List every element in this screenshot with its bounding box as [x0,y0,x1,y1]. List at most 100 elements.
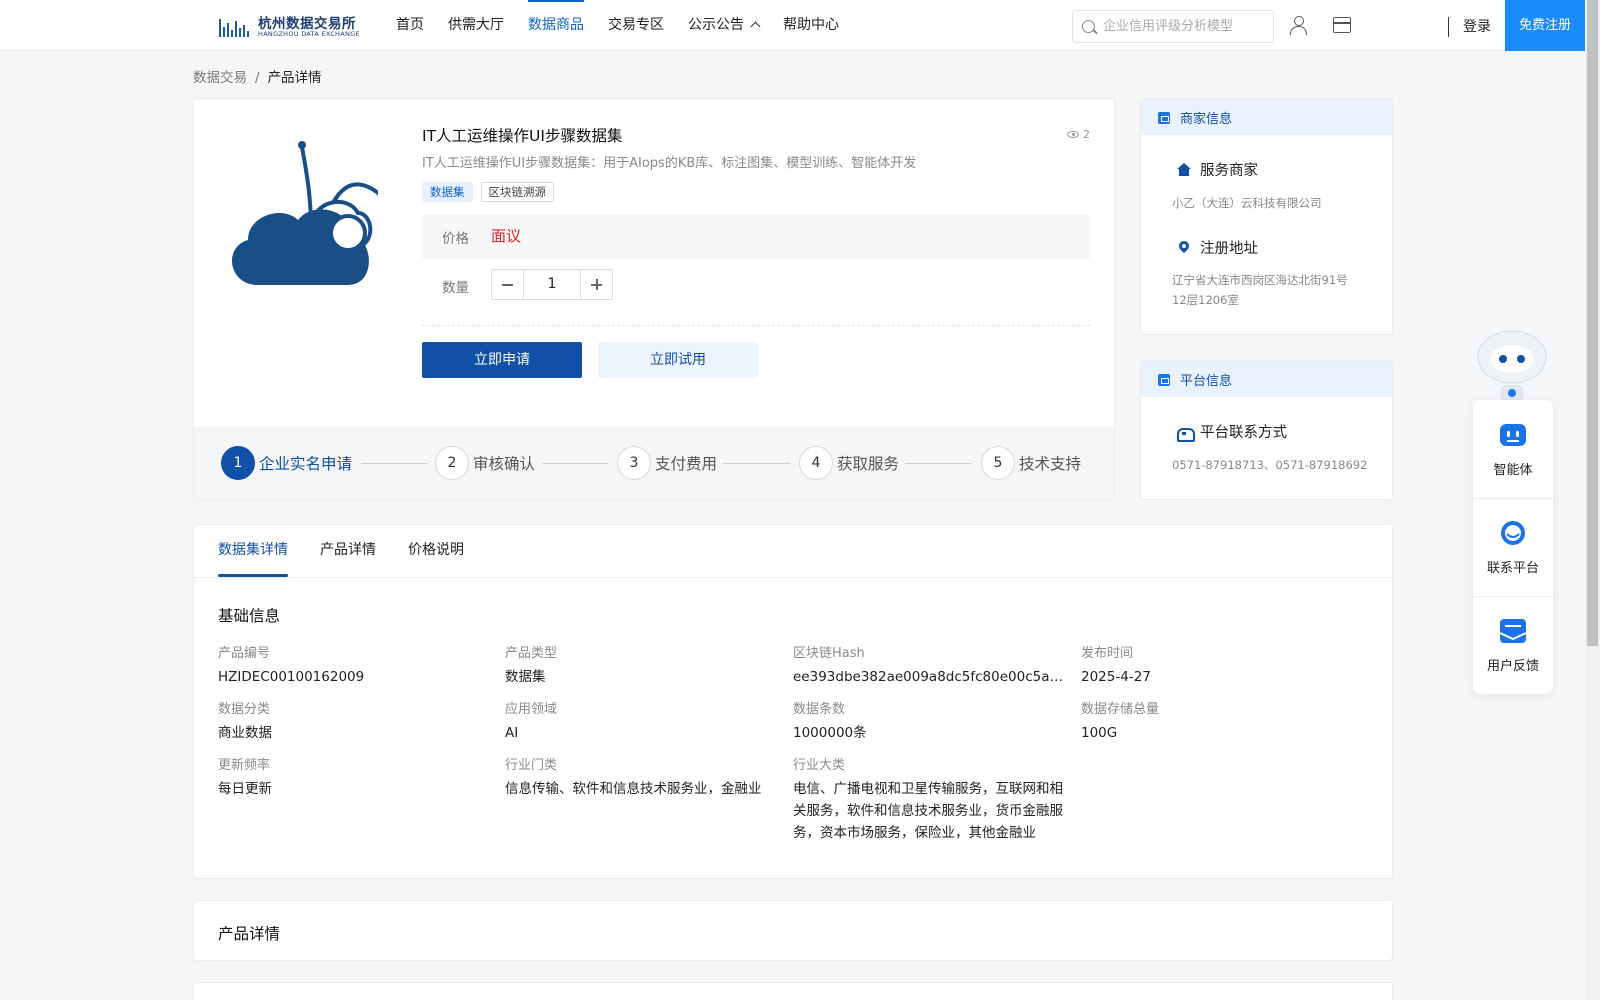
plus-icon[interactable] [581,270,612,299]
field-label: 行业门类 [505,758,558,773]
price-label: 价格 [442,231,469,247]
float-agent[interactable]: 智能体 [1473,400,1553,498]
logo-bars-icon [219,13,253,37]
step-2-label: 审核确认 [473,455,536,473]
platform-info-title: 平台信息 [1180,374,1233,389]
try-now-button[interactable]: 立即试用 [598,342,758,378]
price-value: 面议 [491,227,522,245]
step-4-label: 获取服务 [837,455,900,473]
search-box [1072,10,1274,43]
platform-info-card: 平台信息 平台联系方式 0571-87918713、0571-87918692 [1140,360,1393,500]
step-1-number: 1 [221,446,255,480]
field-value: AI [505,725,519,741]
breadcrumb-root[interactable]: 数据交易 [193,70,247,86]
field-blockchain-hash: 区块链Hash ee393dbe382ae009a8dc5fc80e00c5a2e… [793,642,1065,688]
step-3: 3 支付费用 [617,446,717,480]
field-product-id: 产品编号 HZIDEC00100162009 [218,642,490,688]
field-label: 产品类型 [505,646,558,661]
product-subtitle: IT人工运维操作UI步骤数据集：用于AIops的KB库、标注图集、模型训练、智能… [422,156,917,171]
field-value: 电信、广播电视和卫星传输服务，互联网和相关服务，软件和信息技术服务业，货币金融服… [793,781,1063,841]
field-value: 数据集 [505,669,546,685]
merchant-info-title: 商家信息 [1180,112,1233,127]
nav-home[interactable]: 首页 [396,0,424,50]
float-contact[interactable]: 联系平台 [1473,498,1553,596]
tab-price-description[interactable]: 价格说明 [408,525,464,577]
search-input[interactable] [1103,11,1268,42]
floating-sidebar: 智能体 联系平台 用户反馈 [1473,400,1553,694]
field-value: ee393dbe382ae009a8dc5fc80e00c5a2e8… [793,669,1065,685]
field-value: 信息传输、软件和信息技术服务业，金融业 [505,781,762,797]
process-steps: 1 企业实名申请 2 审核确认 3 支付费用 4 获取服务 5 技术支持 [194,427,1114,499]
nav-announcements[interactable]: 公示公告 [688,0,761,50]
float-feedback[interactable]: 用户反馈 [1473,596,1553,694]
tab-divider [194,577,1392,578]
register-button[interactable]: 免费注册 [1505,0,1585,51]
divider [422,325,1090,326]
quantity-stepper: 1 [491,269,613,300]
platform-contact-value: 0571-87918713、0571-87918692 [1172,458,1368,472]
breadcrumb-current: 产品详情 [267,70,322,86]
site-logo[interactable]: 杭州数据交易所 HANGZHOU DATA EXCHANGE [219,11,360,39]
step-5-number: 5 [981,446,1015,480]
field-label: 数据分类 [218,702,271,717]
nav-help[interactable]: 帮助中心 [783,0,839,50]
search-icon[interactable] [1082,20,1095,33]
shop-icon[interactable] [1333,17,1351,33]
login-link[interactable]: 登录 [1463,16,1491,36]
field-record-count: 数据条数 1000000条 [793,698,1065,744]
user-icon[interactable] [1289,16,1307,35]
breadcrumb: 数据交易 / 产品详情 [193,66,322,86]
location-pin-icon [1177,241,1191,255]
minus-icon[interactable] [492,270,523,299]
eye-icon [1067,131,1079,138]
step-connector [905,463,972,464]
header-divider [1448,17,1449,37]
field-label: 行业大类 [793,758,846,773]
step-connector [723,463,790,464]
scrollbar-thumb[interactable] [1587,0,1598,646]
nav-supply-demand[interactable]: 供需大厅 [448,0,504,50]
field-value: 每日更新 [218,781,272,797]
tab-product-details[interactable]: 产品详情 [320,525,376,577]
detail-tabs: 数据集详情 产品详情 价格说明 [218,525,496,577]
top-header: 杭州数据交易所 HANGZHOU DATA EXCHANGE 首页 供需大厅 数… [0,0,1585,51]
home-icon [1177,163,1191,177]
float-agent-label: 智能体 [1493,463,1533,478]
cloud-ant-icon [231,141,378,285]
merchant-info-card: 商家信息 服务商家 小乙（大连）云科技有限公司 注册地址 辽宁省大连市西岗区海达… [1140,98,1393,335]
field-data-category: 数据分类 商业数据 [218,698,490,744]
step-3-number: 3 [617,446,651,480]
view-count: 2 [1067,128,1090,141]
basic-info-title: 基础信息 [218,607,281,625]
tab-dataset-details[interactable]: 数据集详情 [218,525,288,577]
scrollbar[interactable] [1585,0,1600,1000]
product-card: IT人工运维操作UI步骤数据集 IT人工运维操作UI步骤数据集：用于AIops的… [193,98,1115,500]
step-3-label: 支付费用 [655,455,718,473]
registered-address-title: 注册地址 [1200,241,1258,257]
quantity-value[interactable]: 1 [523,270,581,299]
field-value: 2025-4-27 [1081,669,1151,685]
step-5: 5 技术支持 [981,446,1081,480]
field-industry-major: 行业大类电信、广播电视和卫星传输服务，互联网和相关服务，软件和信息技术服务业，货… [793,754,1065,844]
view-count-value: 2 [1083,128,1090,141]
breadcrumb-separator: / [255,70,260,86]
step-5-label: 技术支持 [1019,455,1082,473]
robot-mascot-icon[interactable] [1472,325,1552,401]
float-contact-label: 联系平台 [1486,561,1539,576]
step-1: 1 企业实名申请 [221,446,352,480]
apply-now-button[interactable]: 立即申请 [422,342,582,378]
float-feedback-label: 用户反馈 [1486,659,1539,674]
field-storage-total: 数据存储总量 100G [1081,698,1353,744]
field-label: 应用领域 [505,702,558,717]
platform-contact-title: 平台联系方式 [1200,425,1287,441]
next-section [193,982,1393,1000]
nav-trade-zone[interactable]: 交易专区 [608,0,664,50]
product-details-title: 产品详情 [218,925,281,943]
field-label: 产品编号 [218,646,271,661]
step-connector [542,463,608,464]
product-tags: 数据集 区块链溯源 [422,182,562,202]
phone-icon [1177,426,1195,442]
logo-text-en: HANGZHOU DATA EXCHANGE [258,30,360,38]
field-label: 区块链Hash [793,646,865,661]
nav-data-products[interactable]: 数据商品 [528,0,584,50]
